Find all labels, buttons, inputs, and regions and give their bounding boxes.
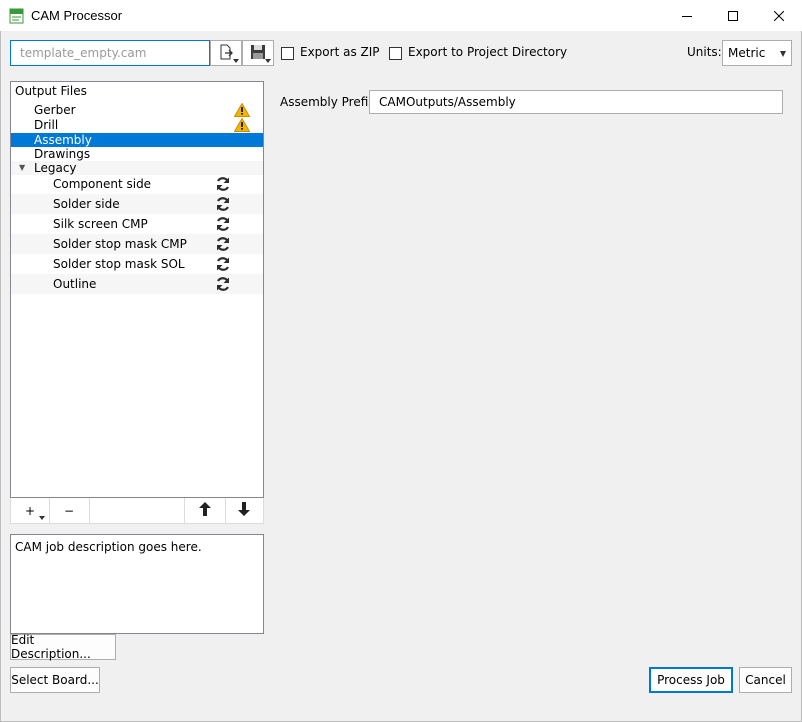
tree-item-label: Drawings <box>34 147 91 161</box>
assembly-prefix-input[interactable]: CAMOutputs/Assembly <box>369 90 783 114</box>
tree-item-label: Drill <box>34 118 59 132</box>
refresh-icon[interactable] <box>215 216 231 232</box>
tree-item-gerber[interactable]: Gerber <box>11 102 263 117</box>
warning-icon <box>233 102 251 117</box>
export-zip-label[interactable]: Export as ZIP <box>300 45 380 59</box>
arrow-down-icon <box>238 502 250 519</box>
units-value: Metric <box>728 46 766 60</box>
open-job-button[interactable] <box>210 40 242 66</box>
add-output-button[interactable]: + <box>11 498 50 523</box>
open-job-icon <box>218 44 234 63</box>
tree-item-legacy[interactable]: ▼ Legacy <box>11 161 263 175</box>
refresh-icon[interactable] <box>215 276 231 292</box>
tree-item-label: Legacy <box>34 161 77 175</box>
save-job-button[interactable] <box>242 40 274 66</box>
tree-header: Output Files <box>15 84 87 98</box>
maximize-icon[interactable] <box>710 0 756 31</box>
export-project-label[interactable]: Export to Project Directory <box>408 45 567 59</box>
process-job-button[interactable]: Process Job <box>649 667 733 693</box>
legacy-item-solder-side[interactable]: Solder side <box>11 194 263 214</box>
refresh-icon[interactable] <box>215 236 231 252</box>
export-project-checkbox[interactable] <box>389 47 402 60</box>
tree-item-label: Gerber <box>34 103 76 117</box>
cancel-button[interactable]: Cancel <box>739 667 792 693</box>
units-select[interactable]: Metric <box>722 40 792 66</box>
tree-item-label: Assembly <box>34 133 92 147</box>
chevron-down-icon <box>780 51 786 57</box>
legacy-item-component-side[interactable]: Component side <box>11 174 263 194</box>
close-icon[interactable] <box>756 0 802 31</box>
save-disk-icon <box>250 44 266 63</box>
job-description-box[interactable]: CAM job description goes here. <box>10 534 264 634</box>
expand-caret-icon[interactable]: ▼ <box>19 161 25 175</box>
remove-output-button[interactable]: − <box>49 498 90 523</box>
legacy-item-solder-stop-mask-cmp[interactable]: Solder stop mask CMP <box>11 234 263 254</box>
legacy-item-solder-stop-mask-sol[interactable]: Solder stop mask SOL <box>11 254 263 274</box>
refresh-icon[interactable] <box>215 256 231 272</box>
refresh-icon[interactable] <box>215 176 231 192</box>
move-down-button[interactable] <box>224 498 264 523</box>
toolbar-spacer <box>89 498 185 523</box>
add-label: + <box>24 503 36 518</box>
legacy-item-label: Outline <box>53 277 97 291</box>
brd-icon <box>9 8 25 24</box>
edit-description-button[interactable]: Edit Description... <box>10 633 116 661</box>
tree-toolbar: + − <box>10 498 264 524</box>
legacy-item-label: Solder stop mask CMP <box>53 237 187 251</box>
export-zip-checkbox[interactable] <box>281 47 294 60</box>
legacy-item-silk-screen-cmp[interactable]: Silk screen CMP <box>11 214 263 234</box>
legacy-item-label: Silk screen CMP <box>53 217 148 231</box>
refresh-icon[interactable] <box>215 196 231 212</box>
remove-label: − <box>63 503 75 518</box>
tree-item-drill[interactable]: Drill <box>11 117 263 132</box>
select-board-button[interactable]: Select Board... <box>10 667 100 693</box>
legacy-item-label: Solder side <box>53 197 120 211</box>
legacy-item-label: Component side <box>53 177 152 191</box>
job-file-input[interactable]: template_empty.cam <box>10 40 210 66</box>
tree-item-drawings[interactable]: Drawings <box>11 147 263 161</box>
output-files-tree: Output Files Gerber Drill Assembly Drawi… <box>10 81 264 498</box>
assembly-prefix-label: Assembly Prefix <box>280 95 376 109</box>
legacy-item-outline[interactable]: Outline <box>11 274 263 294</box>
window-title: CAM Processor <box>31 8 123 23</box>
minimize-icon[interactable] <box>664 0 710 31</box>
tree-item-assembly[interactable]: Assembly <box>11 133 263 147</box>
move-up-button[interactable] <box>184 498 226 523</box>
arrow-up-icon <box>199 502 211 519</box>
legacy-item-label: Solder stop mask SOL <box>53 257 185 271</box>
units-label: Units: <box>687 45 722 59</box>
warning-icon <box>233 117 251 132</box>
